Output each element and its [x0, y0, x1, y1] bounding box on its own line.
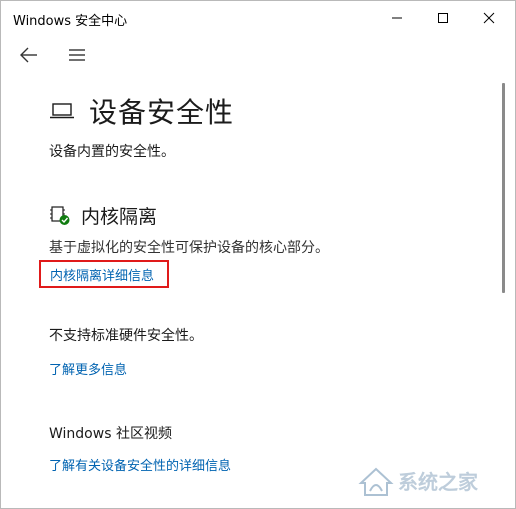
back-button[interactable] [17, 43, 41, 67]
page-header-section: 设备安全性 设备内置的安全性。 [49, 89, 489, 161]
watermark-text: 系统之家 [398, 470, 479, 494]
laptop-icon [49, 99, 79, 123]
community-videos-title: Windows 社区视频 [49, 426, 172, 442]
security-center-window: Windows 安全中心 设备安全性 设备内置的安全性。 内核隔离 基于虚拟化的… [0, 0, 516, 509]
watermark: 系统之家 [356, 463, 506, 503]
hamburger-icon [69, 49, 85, 61]
core-isolation-description: 基于虚拟化的安全性可保护设备的核心部分。 [49, 240, 329, 256]
hardware-security-section: 不支持标准硬件安全性。 了解更多信息 [49, 325, 489, 378]
highlight-box: 内核隔离详细信息 [39, 260, 169, 288]
close-icon [483, 12, 495, 24]
minimize-button[interactable] [374, 1, 420, 35]
maximize-icon [438, 13, 448, 23]
title-bar[interactable]: Windows 安全中心 [1, 1, 515, 35]
nav-bar [1, 35, 515, 75]
maximize-button[interactable] [420, 1, 466, 35]
vertical-scrollbar[interactable] [502, 83, 505, 293]
menu-button[interactable] [65, 43, 89, 67]
page-header: 设备安全性 [49, 89, 489, 133]
house-logo-icon: 系统之家 [356, 461, 506, 505]
learn-more-link[interactable]: 了解更多信息 [49, 359, 489, 378]
page-title: 设备安全性 [89, 96, 235, 129]
window-title: Windows 安全中心 [13, 14, 128, 29]
hardware-status-text: 不支持标准硬件安全性。 [49, 328, 203, 344]
minimize-icon [392, 17, 402, 19]
back-arrow-icon [20, 47, 37, 63]
page-subtitle: 设备内置的安全性。 [49, 144, 175, 160]
core-isolation-section: 内核隔离 基于虚拟化的安全性可保护设备的核心部分。 [49, 201, 489, 257]
chip-check-icon [49, 204, 71, 226]
core-isolation-header: 内核隔离 [49, 201, 489, 229]
core-isolation-title: 内核隔离 [81, 205, 158, 228]
close-button[interactable] [466, 1, 512, 35]
core-isolation-details-link[interactable]: 内核隔离详细信息 [50, 265, 154, 284]
